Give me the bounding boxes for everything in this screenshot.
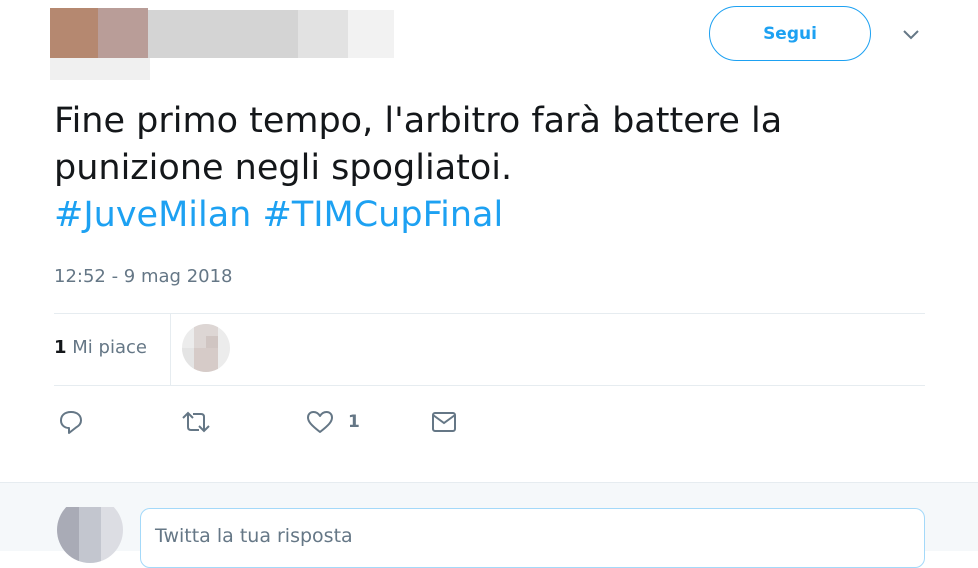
divider — [54, 385, 925, 386]
author-header-fragment — [50, 58, 150, 80]
direct-message-button[interactable] — [431, 408, 457, 436]
likes-count: 1 — [54, 337, 67, 358]
author-handle[interactable] — [348, 10, 394, 58]
chevron-down-icon[interactable] — [900, 26, 922, 44]
tweet-timestamp[interactable]: 12:52 - 9 mag 2018 — [54, 266, 233, 287]
avatar[interactable] — [57, 497, 123, 563]
divider — [54, 313, 925, 314]
author-name[interactable] — [148, 10, 298, 58]
reply-button[interactable] — [58, 408, 84, 436]
tweet-text-line: punizione negli spogliatoi. — [54, 148, 513, 188]
tweet-text-line: Fine primo tempo, l'arbitro farà battere… — [54, 101, 783, 141]
author-avatar-fragment — [98, 8, 148, 58]
likes-stat[interactable]: 1 Mi piace — [54, 337, 147, 358]
hashtag-link[interactable]: #JuveMilan — [54, 195, 251, 235]
hashtag-link[interactable]: #TIMCupFinal — [263, 195, 504, 235]
author-name-fragment — [298, 10, 348, 58]
retweet-icon — [180, 409, 212, 435]
like-count: 1 — [348, 412, 360, 432]
reply-icon — [58, 409, 84, 435]
follow-button[interactable]: Segui — [709, 6, 871, 61]
liker-avatar[interactable] — [182, 324, 230, 372]
reply-input[interactable]: Twitta la tua risposta — [140, 508, 925, 568]
heart-icon — [306, 409, 334, 435]
tweet-hashtags: #JuveMilan #TIMCupFinal — [54, 192, 934, 239]
divider — [170, 314, 171, 385]
author-avatar[interactable] — [50, 8, 98, 58]
like-button[interactable]: 1 — [306, 408, 360, 436]
envelope-icon — [431, 410, 457, 434]
retweet-button[interactable] — [180, 408, 212, 436]
tweet-text: Fine primo tempo, l'arbitro farà battere… — [54, 98, 934, 239]
likes-label: Mi piace — [72, 337, 147, 358]
